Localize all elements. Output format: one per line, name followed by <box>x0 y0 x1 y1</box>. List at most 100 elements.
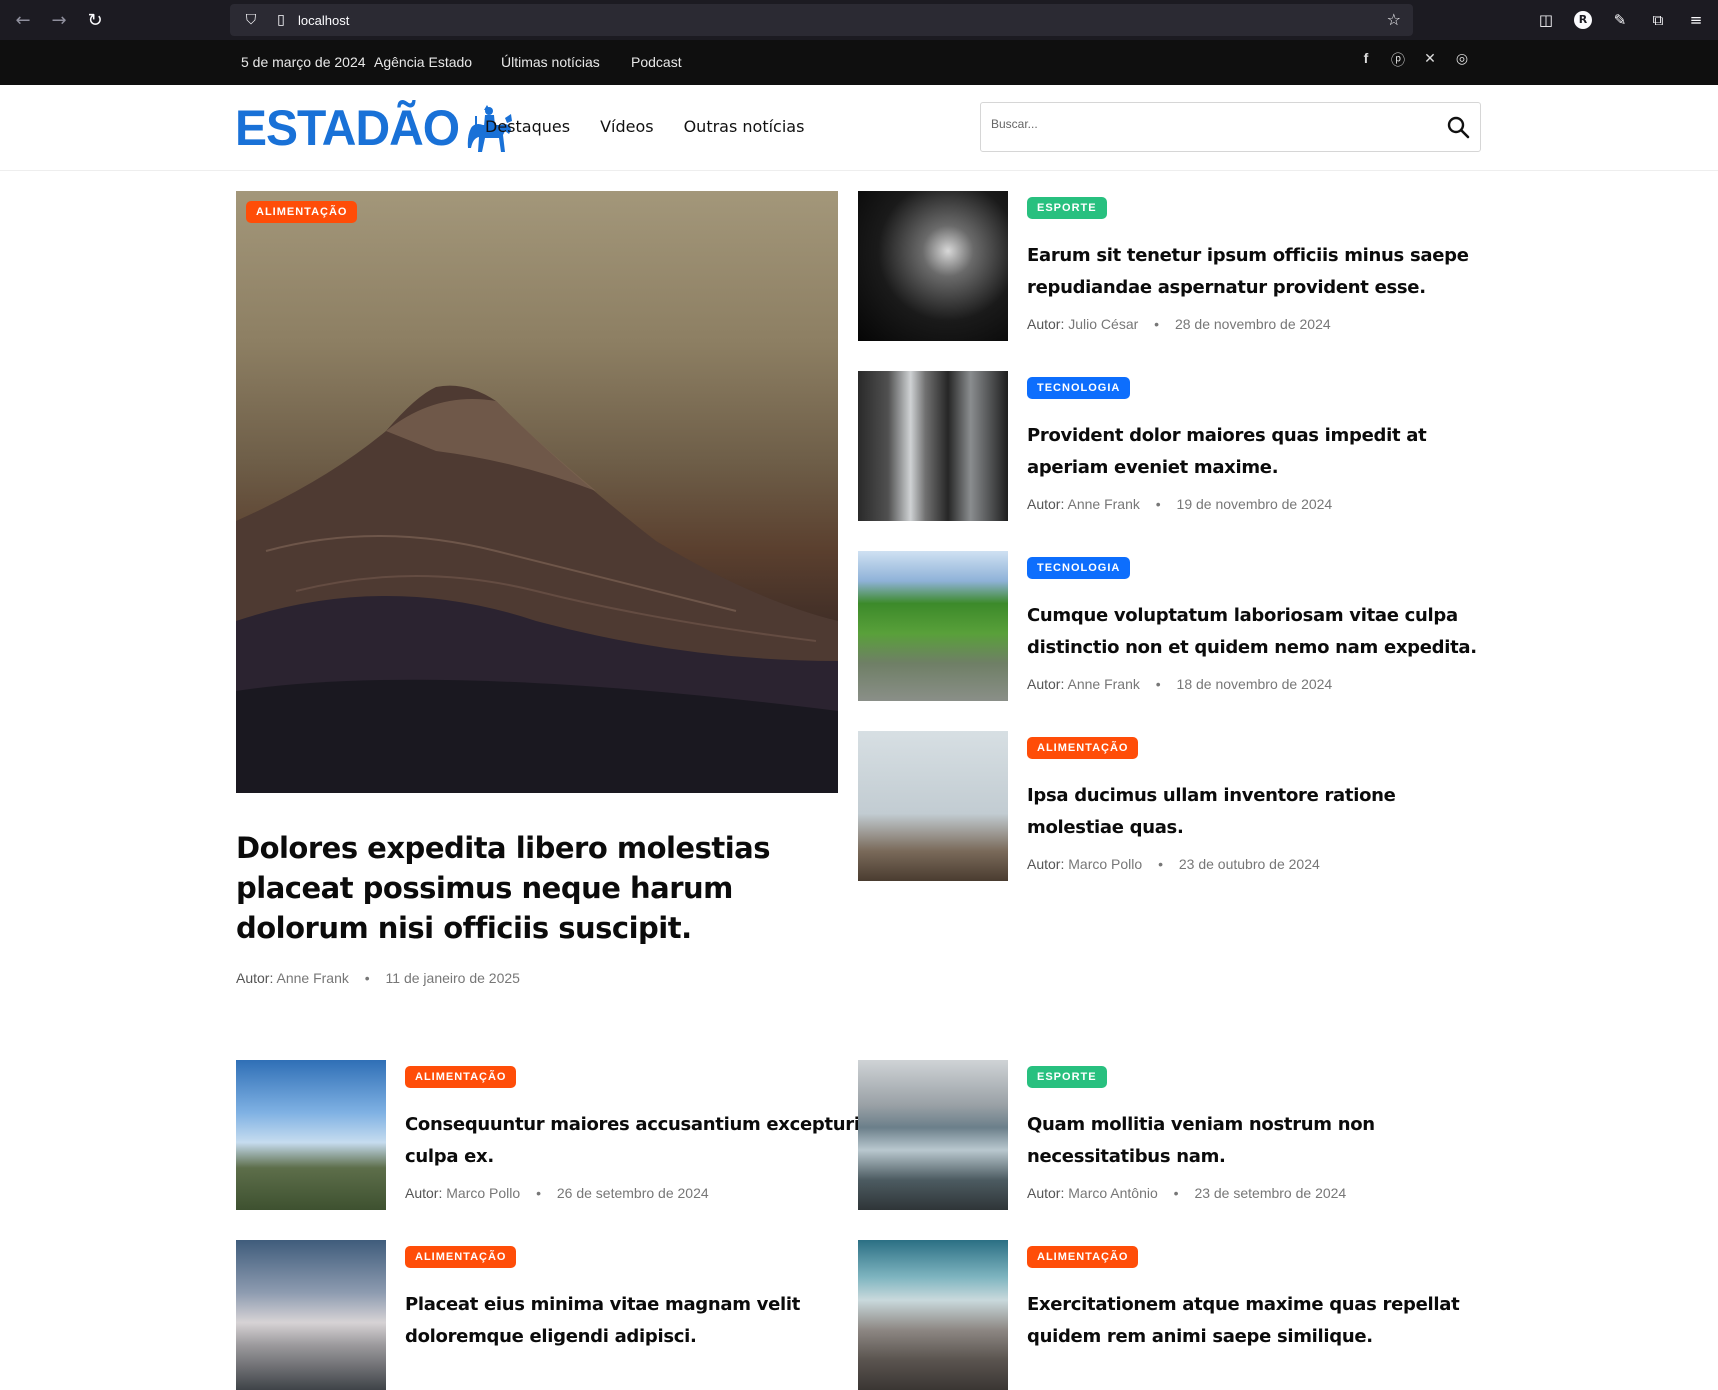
article-author: Marco Pollo <box>446 1185 521 1201</box>
back-arrow-icon[interactable]: ← <box>12 10 34 31</box>
article-thumbnail[interactable] <box>858 191 1008 341</box>
article-meta: Autor: Marco Antônio • 23 de setembro de… <box>1027 1185 1346 1201</box>
url-text[interactable]: localhost <box>298 13 349 28</box>
category-badge[interactable]: TECNOLOGIA <box>1027 557 1131 579</box>
meta-separator: • <box>1155 496 1161 512</box>
author-label: Autor: <box>1027 496 1065 512</box>
search-icon[interactable] <box>1446 115 1470 139</box>
current-date: 5 de março de 2024 <box>241 54 366 70</box>
nav-outras-noticias[interactable]: Outras notícias <box>684 117 805 136</box>
meta-separator: • <box>536 1185 541 1201</box>
side-article-3[interactable]: TECNOLOGIA Cumque voluptatum laboriosam … <box>858 551 1498 701</box>
logo-wordmark: ESTADÃO <box>235 100 460 157</box>
category-badge[interactable]: ALIMENTAÇÃO <box>1027 1246 1139 1268</box>
facebook-icon[interactable]: f <box>1358 50 1374 70</box>
hero-category-badge[interactable]: ALIMENTAÇÃO <box>246 201 358 223</box>
side-article-4[interactable]: ALIMENTAÇÃO Ipsa ducimus ullam inventore… <box>858 731 1498 881</box>
nav-videos[interactable]: Vídeos <box>600 117 654 136</box>
nav-destaques[interactable]: Destaques <box>485 117 570 136</box>
category-badge[interactable]: ESPORTE <box>1027 197 1107 219</box>
author-label: Autor: <box>236 970 274 986</box>
side-article-1[interactable]: ESPORTE Earum sit tenetur ipsum officiis… <box>858 191 1498 341</box>
category-badge[interactable]: ALIMENTAÇÃO <box>1027 737 1139 759</box>
profile-avatar[interactable]: R <box>1574 11 1592 29</box>
article-author: Julio César <box>1068 316 1139 332</box>
social-links: f ⓟ ✕ ◎ <box>1358 50 1470 70</box>
article-thumbnail[interactable] <box>858 371 1008 521</box>
article-author: Marco Pollo <box>1068 856 1143 872</box>
author-label: Autor: <box>1027 316 1065 332</box>
article-meta: Autor: Marco Pollo • 23 de outubro de 20… <box>1027 856 1320 872</box>
article-date: 18 de novembro de 2024 <box>1176 676 1333 692</box>
site-logo[interactable]: ESTADÃO <box>235 101 515 156</box>
side-article-2[interactable]: TECNOLOGIA Provident dolor maiores quas … <box>858 371 1498 521</box>
category-badge[interactable]: ESPORTE <box>1027 1066 1107 1088</box>
article-title[interactable]: Quam mollitia veniam nostrum non necessi… <box>1027 1109 1487 1173</box>
author-label: Autor: <box>1027 1185 1065 1201</box>
browser-nav: ← → ↻ <box>12 10 232 31</box>
pinterest-icon[interactable]: ⓟ <box>1390 50 1406 70</box>
bottom-article-3[interactable]: ALIMENTAÇÃO Placeat eius minima vitae ma… <box>236 1240 876 1390</box>
bookmark-star-icon[interactable]: ☆ <box>1387 10 1401 29</box>
forward-arrow-icon[interactable]: → <box>48 10 70 31</box>
menu-icon[interactable]: ≡ <box>1686 11 1706 29</box>
reload-icon[interactable]: ↻ <box>84 10 106 31</box>
article-title[interactable]: Cumque voluptatum laboriosam vitae culpa… <box>1027 600 1487 664</box>
article-meta: Autor: Anne Frank • 19 de novembro de 20… <box>1027 496 1332 512</box>
site-header: ESTADÃO Destaques Vídeos Outras notícias <box>0 85 1718 171</box>
article-title[interactable]: Ipsa ducimus ullam inventore ratione mol… <box>1027 780 1487 844</box>
article-thumbnail[interactable] <box>236 1240 386 1390</box>
address-bar[interactable]: ⛉ ▯ localhost ☆ <box>230 4 1413 36</box>
top-info-bar: 5 de março de 2024 Agência Estado Última… <box>0 40 1718 85</box>
latest-news-link[interactable]: Últimas notícias <box>501 54 600 70</box>
extensions-icon[interactable]: ⧉ <box>1648 11 1668 29</box>
meta-separator: • <box>1173 1185 1179 1201</box>
pen-icon[interactable]: ✎ <box>1610 11 1630 29</box>
search-input[interactable] <box>991 117 1431 131</box>
meta-separator: • <box>1154 316 1160 332</box>
bottom-article-4[interactable]: ALIMENTAÇÃO Exercitationem atque maxime … <box>858 1240 1498 1390</box>
author-label: Autor: <box>1027 856 1065 872</box>
article-title[interactable]: Placeat eius minima vitae magnam velit d… <box>405 1289 865 1353</box>
hero-title[interactable]: Dolores expedita libero molestias placea… <box>236 828 846 948</box>
hero-image[interactable] <box>236 191 838 793</box>
article-thumbnail[interactable] <box>236 1060 386 1210</box>
article-thumbnail[interactable] <box>858 1060 1008 1210</box>
hero-date: 11 de janeiro de 2025 <box>385 970 520 986</box>
article-date: 28 de novembro de 2024 <box>1174 316 1331 332</box>
x-icon[interactable]: ✕ <box>1422 50 1438 70</box>
meta-separator: • <box>364 970 370 986</box>
article-date: 26 de setembro de 2024 <box>556 1185 709 1201</box>
article-author: Anne Frank <box>1067 496 1140 512</box>
author-label: Autor: <box>1027 676 1065 692</box>
shield-icon[interactable]: ⛉ <box>242 12 260 28</box>
article-date: 23 de setembro de 2024 <box>1194 1185 1347 1201</box>
podcast-link[interactable]: Podcast <box>631 54 682 70</box>
article-title[interactable]: Exercitationem atque maxime quas repella… <box>1027 1289 1487 1353</box>
bottom-article-1[interactable]: ALIMENTAÇÃO Consequuntur maiores accusan… <box>236 1060 876 1210</box>
browser-right-icons: ◫ R ✎ ⧉ ≡ <box>1536 0 1706 40</box>
category-badge[interactable]: ALIMENTAÇÃO <box>405 1246 517 1268</box>
meta-separator: • <box>1155 676 1161 692</box>
article-title[interactable]: Provident dolor maiores quas impedit at … <box>1027 420 1487 484</box>
category-badge[interactable]: ALIMENTAÇÃO <box>405 1066 517 1088</box>
bottom-article-2[interactable]: ESPORTE Quam mollitia veniam nostrum non… <box>858 1060 1498 1210</box>
browser-toolbar: ← → ↻ ⛉ ▯ localhost ☆ ◫ R ✎ ⧉ ≡ <box>0 0 1718 40</box>
hero-meta: Autor: Anne Frank • 11 de janeiro de 202… <box>236 970 520 986</box>
article-thumbnail[interactable] <box>858 731 1008 881</box>
article-thumbnail[interactable] <box>858 551 1008 701</box>
article-thumbnail[interactable] <box>858 1240 1008 1390</box>
article-author: Anne Frank <box>1067 676 1140 692</box>
article-meta: Autor: Julio César • 28 de novembro de 2… <box>1027 316 1331 332</box>
author-label: Autor: <box>405 1185 443 1201</box>
article-meta: Autor: Marco Pollo • 26 de setembro de 2… <box>405 1185 709 1201</box>
mountain-illustration <box>236 385 838 793</box>
article-author: Marco Antônio <box>1068 1185 1158 1201</box>
article-title[interactable]: Earum sit tenetur ipsum officiis minus s… <box>1027 240 1487 304</box>
page-icon: ▯ <box>277 12 285 28</box>
article-title[interactable]: Consequuntur maiores accusantium exceptu… <box>405 1109 865 1173</box>
agency-link[interactable]: Agência Estado <box>374 54 472 70</box>
pocket-icon[interactable]: ◫ <box>1536 11 1556 29</box>
category-badge[interactable]: TECNOLOGIA <box>1027 377 1131 399</box>
instagram-icon[interactable]: ◎ <box>1454 50 1470 70</box>
